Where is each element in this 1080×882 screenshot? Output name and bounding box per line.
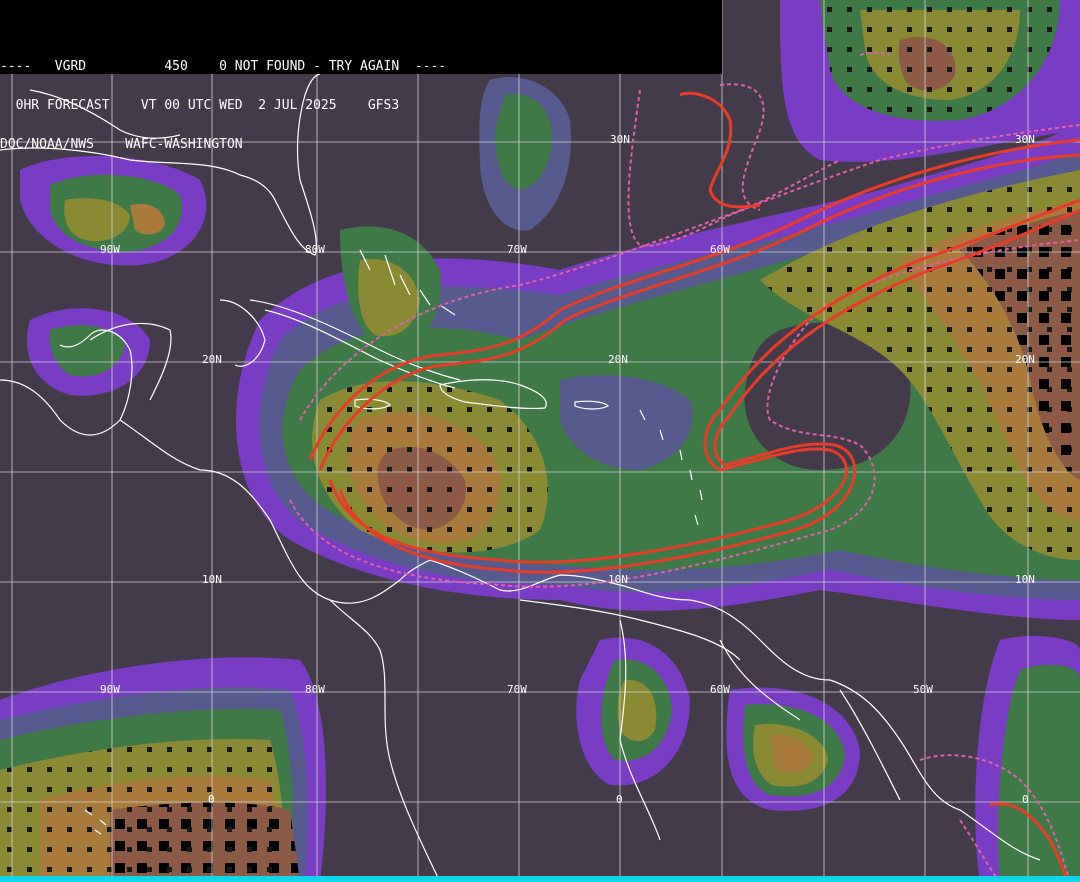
lon-label-80w-south: 80W	[305, 683, 325, 696]
lon-label-70w: 70W	[507, 243, 527, 256]
lat-label-0-center: 0	[616, 793, 623, 806]
lat-label-30n-east: 30N	[1015, 133, 1035, 146]
lon-label-60w: 60W	[710, 243, 730, 256]
lon-label-90w: 90W	[100, 243, 120, 256]
lat-label-10n: 10N	[202, 573, 222, 586]
lon-label-70w-south: 70W	[507, 683, 527, 696]
lon-label-50w-south: 50W	[913, 683, 933, 696]
header-line-2: 0HR FORECAST VT 00 UTC WED 2 JUL 2025 GF…	[0, 98, 400, 113]
lat-label-0: 0	[208, 793, 215, 806]
lat-label-0-east: 0	[1022, 793, 1029, 806]
header-line-1: ---- VGRD 450 0 NOT FOUND - TRY AGAIN --…	[0, 59, 447, 74]
lat-label-10n-center: 10N	[608, 573, 628, 586]
footer-bar	[0, 876, 1080, 882]
header-line-3: DOC/NOAA/NWS WAFC-WASHINGTON	[0, 137, 243, 152]
lat-label-20n-east: 20N	[1015, 353, 1035, 366]
map-panel: 30N 30N 20N 20N 20N 10N 10N 10N 0 0 0 90…	[0, 0, 1080, 882]
lon-label-90w-south: 90W	[100, 683, 120, 696]
lat-label-20n: 20N	[202, 353, 222, 366]
lat-label-20n-center: 20N	[608, 353, 628, 366]
product-header: ---- VGRD 450 0 NOT FOUND - TRY AGAIN --…	[0, 0, 722, 151]
lon-label-60w-south: 60W	[710, 683, 730, 696]
lat-label-10n-east: 10N	[1015, 573, 1035, 586]
lon-label-80w: 80W	[305, 243, 325, 256]
